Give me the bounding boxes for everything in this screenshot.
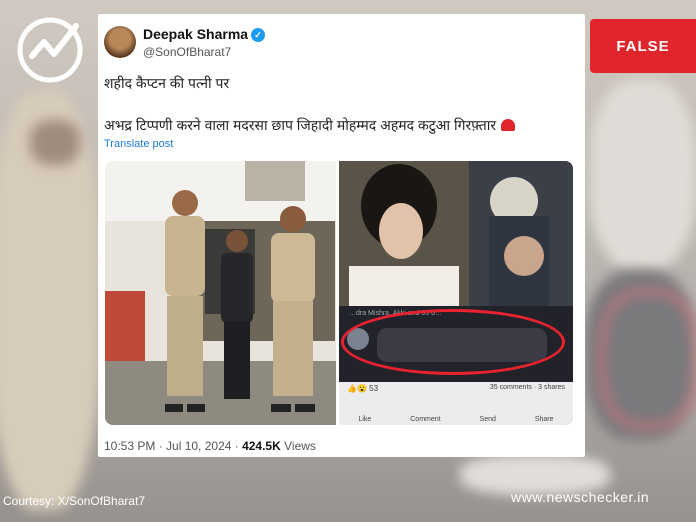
newschecker-logo-icon xyxy=(17,17,83,83)
reactions-count: 👍😮 53 xyxy=(347,384,379,393)
embedded-action-bar: Like Comment Send Share xyxy=(339,416,573,423)
verified-badge-icon: ✓ xyxy=(251,28,266,42)
tweet-card: Deepak Sharma ✓ @SonOfBharat7 शहीद कैप्टन… xyxy=(98,14,585,457)
share-action: Share xyxy=(534,416,554,423)
comments-shares: 35 comments · 3 shares xyxy=(489,384,565,391)
site-url: www.newschecker.in xyxy=(511,489,650,505)
shares-count-text: 3 shares xyxy=(538,384,565,391)
views-count: 424.5K xyxy=(242,439,281,453)
author-name-text: Deepak Sharma xyxy=(143,26,249,42)
like-action: Like xyxy=(358,416,372,423)
event-photo-image xyxy=(339,161,573,306)
false-verdict-badge: FALSE xyxy=(590,19,696,73)
image-credit: Courtesy: X/SonOfBharat7 xyxy=(3,494,146,508)
arrest-photo-image xyxy=(105,161,336,425)
comment-action: Comment xyxy=(410,416,441,423)
tweet-text-line-2-text: अभद्र टिप्पणी करने वाला मदरसा छाप जिहादी… xyxy=(104,117,497,133)
tweet-text-line-2: अभद्र टिप्पणी करने वाला मदरसा छाप जिहादी… xyxy=(104,116,516,135)
attached-photo-arrest[interactable] xyxy=(105,161,336,425)
author-name[interactable]: Deepak Sharma ✓ xyxy=(143,26,266,42)
tweet-text-line-1: शहीद कैप्टन की पत्नी पर xyxy=(104,75,230,91)
post-timestamp[interactable]: 10:53 PM · Jul 10, 2024 · 424.5K Views xyxy=(104,439,316,453)
reactions-count-text: 53 xyxy=(369,384,379,393)
post-time-text: 10:53 PM · Jul 10, 2024 · xyxy=(104,439,243,453)
author-handle[interactable]: @SonOfBharat7 xyxy=(143,45,231,59)
avatar[interactable] xyxy=(104,26,136,58)
translate-post-link[interactable]: Translate post xyxy=(104,138,173,150)
highlight-oval xyxy=(341,309,565,375)
embedded-comment-screenshot: …dra Mishra, Akki and 95 o… 👍😮 53 35 com… xyxy=(339,306,573,425)
siren-emoji-icon xyxy=(501,119,516,131)
attached-photo-comment[interactable]: …dra Mishra, Akki and 95 o… 👍😮 53 35 com… xyxy=(339,161,573,425)
views-label: Views xyxy=(280,439,316,453)
comments-count-text: 35 comments xyxy=(489,384,532,391)
send-action: Send xyxy=(479,416,496,423)
